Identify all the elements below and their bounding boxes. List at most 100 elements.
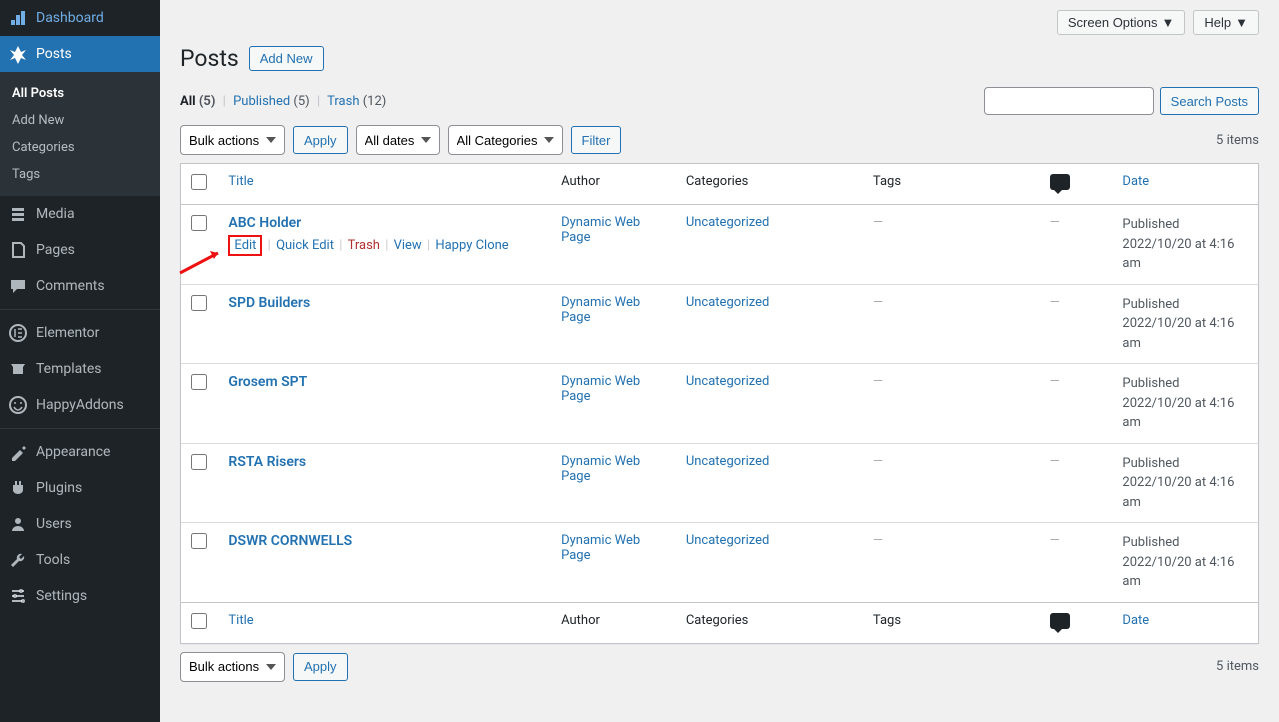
date-status: Published [1122, 456, 1179, 471]
edit-link[interactable]: Edit [234, 238, 256, 253]
author-link[interactable]: Dynamic Web Page [561, 533, 640, 563]
post-title-link[interactable]: ABC Holder [228, 215, 301, 231]
menu-item-settings[interactable]: Settings [0, 578, 160, 614]
menu-label: Dashboard [36, 10, 104, 26]
category-link[interactable]: Uncategorized [686, 215, 769, 230]
menu-item-tools[interactable]: Tools [0, 542, 160, 578]
author-link[interactable]: Dynamic Web Page [561, 215, 640, 245]
filter-button[interactable]: Filter [571, 126, 622, 154]
screen-options-button[interactable]: Screen Options ▼ [1057, 10, 1185, 35]
search-button[interactable]: Search Posts [1160, 87, 1259, 115]
menu-item-plugins[interactable]: Plugins [0, 470, 160, 506]
col-title-footer[interactable]: Title [228, 613, 253, 628]
comments-value: — [1050, 374, 1060, 389]
tags-value: — [873, 374, 883, 389]
menu-item-appearance[interactable]: Appearance [0, 434, 160, 470]
menu-item-users[interactable]: Users [0, 506, 160, 542]
menu-label: Plugins [36, 480, 82, 496]
appearance-icon [8, 442, 28, 462]
row-checkbox[interactable] [191, 295, 207, 311]
menu-label: Templates [36, 361, 102, 377]
author-link[interactable]: Dynamic Web Page [561, 295, 640, 325]
submenu-item-add-new[interactable]: Add New [0, 107, 160, 134]
date-value: 2022/10/20 at 4:16 am [1122, 475, 1234, 510]
help-button[interactable]: Help ▼ [1193, 10, 1259, 35]
menu-item-dashboard[interactable]: Dashboard [0, 0, 160, 36]
page-title: Posts [180, 45, 239, 72]
plugins-icon [8, 478, 28, 498]
apply-button-bottom[interactable]: Apply [293, 653, 348, 681]
trash-link[interactable]: Trash [348, 238, 380, 253]
search-input[interactable] [984, 87, 1154, 115]
row-actions: Edit | Quick Edit | Trash | View | Happy… [228, 235, 541, 256]
submenu-item-categories[interactable]: Categories [0, 134, 160, 161]
date-status: Published [1122, 535, 1179, 550]
tags-value: — [873, 533, 883, 548]
col-tags: Tags [863, 164, 1040, 205]
row-checkbox[interactable] [191, 374, 207, 390]
menu-label: Tools [36, 552, 70, 568]
happy-icon [8, 395, 28, 415]
menu-label: Elementor [36, 325, 99, 341]
row-checkbox[interactable] [191, 215, 207, 231]
dates-select[interactable]: All dates [356, 125, 440, 155]
submenu-item-tags[interactable]: Tags [0, 161, 160, 188]
menu-item-media[interactable]: Media [0, 196, 160, 232]
dashboard-icon [8, 8, 28, 28]
author-link[interactable]: Dynamic Web Page [561, 374, 640, 404]
menu-item-happyaddons[interactable]: HappyAddons [0, 387, 160, 423]
pin-icon [8, 44, 28, 64]
col-date[interactable]: Date [1122, 174, 1149, 189]
filter-all[interactable]: All (5) [180, 94, 215, 109]
filter-published[interactable]: Published (5) [233, 94, 310, 109]
post-title-link[interactable]: SPD Builders [228, 295, 310, 311]
category-link[interactable]: Uncategorized [686, 374, 769, 389]
table-row: ABC Holder Edit | Quick Edit | Trash | Vi… [181, 205, 1258, 285]
col-date-footer[interactable]: Date [1122, 613, 1149, 628]
apply-button[interactable]: Apply [293, 126, 348, 154]
row-checkbox[interactable] [191, 454, 207, 470]
tags-value: — [873, 454, 883, 469]
settings-icon [8, 586, 28, 606]
date-status: Published [1122, 217, 1179, 232]
col-author-footer: Author [551, 602, 676, 643]
categories-select[interactable]: All Categories [448, 125, 563, 155]
table-row: RSTA Risers Dynamic Web Page Uncategorized… [181, 444, 1258, 524]
select-all-checkbox[interactable] [191, 174, 207, 190]
category-link[interactable]: Uncategorized [686, 295, 769, 310]
row-checkbox[interactable] [191, 533, 207, 549]
menu-item-elementor[interactable]: Elementor [0, 315, 160, 351]
col-categories: Categories [676, 164, 863, 205]
add-new-button[interactable]: Add New [249, 46, 324, 71]
col-author: Author [551, 164, 676, 205]
submenu-item-all-posts[interactable]: All Posts [0, 80, 160, 107]
items-count-bottom: 5 items [1216, 659, 1259, 674]
post-title-link[interactable]: Grosem SPT [228, 374, 307, 390]
happy-clone-link[interactable]: Happy Clone [435, 238, 508, 253]
bulk-actions-select-bottom[interactable]: Bulk actions [180, 652, 285, 682]
bulk-actions-select[interactable]: Bulk actions [180, 125, 285, 155]
media-icon [8, 204, 28, 224]
table-row: SPD Builders Dynamic Web Page Uncategorize… [181, 285, 1258, 365]
category-link[interactable]: Uncategorized [686, 533, 769, 548]
comments-value: — [1050, 295, 1060, 310]
category-link[interactable]: Uncategorized [686, 454, 769, 469]
view-link[interactable]: View [394, 238, 422, 253]
date-value: 2022/10/20 at 4:16 am [1122, 316, 1234, 351]
arrow-annotation-icon [178, 245, 228, 275]
select-all-checkbox-bottom[interactable] [191, 613, 207, 629]
date-value: 2022/10/20 at 4:16 am [1122, 555, 1234, 590]
menu-label: Media [36, 206, 75, 222]
col-title[interactable]: Title [228, 174, 253, 189]
post-title-link[interactable]: RSTA Risers [228, 454, 306, 470]
author-link[interactable]: Dynamic Web Page [561, 454, 640, 484]
tools-icon [8, 550, 28, 570]
post-title-link[interactable]: DSWR CORNWELLS [228, 533, 352, 549]
menu-item-posts[interactable]: Posts [0, 36, 160, 72]
menu-item-comments[interactable]: Comments [0, 268, 160, 304]
quick-edit-link[interactable]: Quick Edit [276, 238, 334, 253]
menu-item-pages[interactable]: Pages [0, 232, 160, 268]
col-tags-footer: Tags [863, 602, 1040, 643]
filter-trash[interactable]: Trash (12) [327, 94, 386, 109]
menu-item-templates[interactable]: Templates [0, 351, 160, 387]
